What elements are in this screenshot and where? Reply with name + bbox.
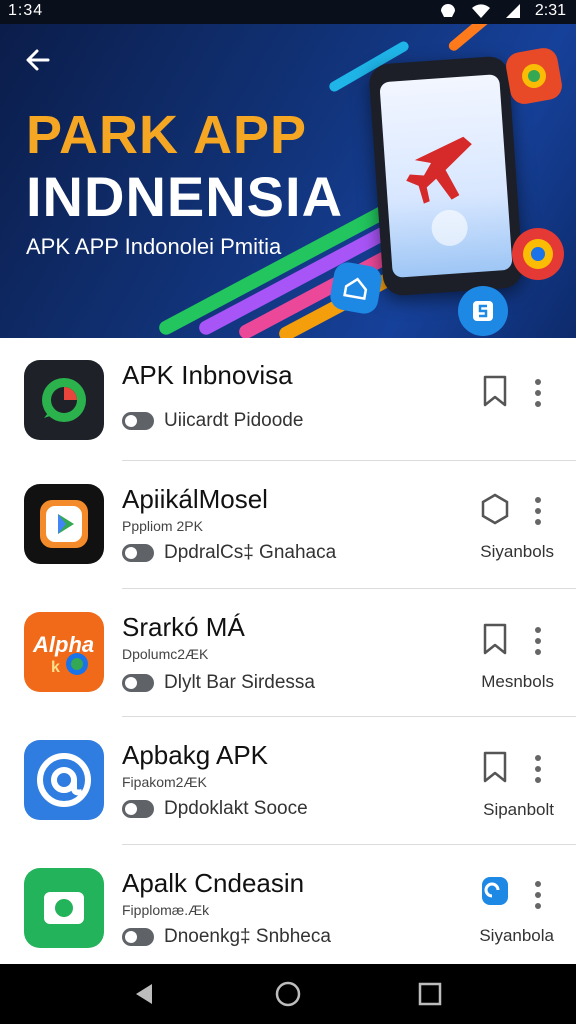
divider [122, 716, 576, 717]
app-label: Siyanbola [479, 926, 554, 945]
bookmark-icon[interactable] [480, 622, 510, 656]
phone-screen [379, 74, 513, 278]
svg-text:Alpha: Alpha [32, 632, 94, 657]
app-name: ApiikálMosel [122, 484, 268, 514]
app-label: Sipanbolt [483, 800, 554, 819]
blue-badge-icon[interactable] [480, 874, 510, 908]
app-meta: Pppliom 2PK [122, 518, 203, 534]
status-time: 1:34 [8, 2, 44, 19]
floating-app-icon [458, 286, 508, 336]
hero-title-line1: PARK APP [26, 105, 308, 165]
app-label: Mesnbols [481, 672, 554, 691]
more-vert-icon[interactable] [530, 626, 546, 656]
system-nav-bar [0, 964, 576, 1024]
hero-stripe [446, 24, 523, 53]
blue-at-icon [24, 740, 104, 820]
developer-line: Dlylt Bar Sirdessa [122, 672, 315, 694]
svg-text:k: k [51, 659, 60, 676]
list-item[interactable]: ApiikálMosel Pppliom 2PK DpdralCs‡ Gnaha… [0, 462, 576, 590]
app-name: Srarkó MÁ [122, 612, 245, 642]
developer-name: Dpdoklakt Sooce [164, 798, 308, 819]
floating-app-icon [503, 45, 565, 107]
developer-line: Uiicardt Pidoode [122, 410, 303, 432]
bookmark-icon[interactable] [480, 750, 510, 784]
app-name: Apalk Cndeasin [122, 868, 305, 898]
home-nav-icon[interactable] [274, 980, 302, 1008]
more-vert-icon[interactable] [530, 378, 546, 408]
phone-illustration [368, 55, 524, 297]
home-icon [343, 277, 368, 301]
back-arrow-icon[interactable] [22, 44, 54, 76]
developer-name: Uiicardt Pidoode [164, 410, 304, 431]
floating-app-icon [512, 228, 564, 280]
app-name: Apbakg APK [122, 740, 268, 770]
app-list: APK Inbnovisa Uiicardt Pidoode ApiikálMo… [0, 338, 576, 964]
developer-line: Dnoenkg‡ Snbheca [122, 926, 331, 948]
bookmark-icon[interactable] [480, 374, 510, 408]
app-name: APK Inbnovisa [122, 360, 293, 390]
signal-icon [505, 4, 520, 18]
list-item[interactable]: APK Inbnovisa Uiicardt Pidoode [0, 338, 576, 466]
s-icon [473, 301, 493, 321]
hexagon-icon[interactable] [480, 492, 510, 526]
developer-name: Dnoenkg‡ Snbheca [164, 926, 331, 947]
wifi-icon [471, 4, 490, 18]
toggle-icon[interactable] [122, 544, 154, 562]
floating-app-icon [328, 260, 384, 316]
chrome-like-icon [523, 239, 553, 269]
app-label: Siyanbols [480, 542, 554, 561]
developer-name: DpdralCs‡ Gnahaca [164, 542, 337, 563]
toggle-icon[interactable] [122, 800, 154, 818]
status-right-time: 2:31 [534, 2, 566, 19]
hero-title-line2: INDNENSIA [26, 165, 344, 228]
divider [122, 588, 576, 589]
app-meta: Fipplomæ.Æk [122, 902, 210, 918]
developer-line: DpdralCs‡ Gnahaca [122, 542, 336, 564]
play-store-icon [24, 484, 104, 564]
more-vert-icon[interactable] [530, 880, 546, 910]
list-item[interactable]: Apbakg APK Fipakom2ÆK Dpdoklakt Sooce Si… [0, 718, 576, 846]
green-chat-icon [24, 360, 104, 440]
developer-name: Dlylt Bar Sirdessa [164, 672, 315, 693]
app-meta: Fipakom2ÆK [122, 774, 207, 790]
more-vert-icon[interactable] [530, 754, 546, 784]
toggle-icon[interactable] [122, 412, 154, 430]
divider [122, 460, 576, 461]
status-bar: 1:34 2:31 [0, 0, 576, 24]
airplane-icon [406, 136, 472, 246]
hero-subtitle: APK APP Indonolei Pmitia [26, 234, 282, 259]
colorful-app-icon [522, 64, 546, 88]
list-item[interactable]: Alpha k Srarkó MÁ Dpolumc2ÆK Dlylt Bar Si… [0, 590, 576, 718]
recents-nav-icon[interactable] [416, 980, 444, 1008]
more-vert-icon[interactable] [530, 496, 546, 526]
list-item[interactable]: Apalk Cndeasin Fipplomæ.Æk Dnoenkg‡ Snbh… [0, 846, 576, 974]
status-icons: 2:31 [439, 2, 566, 20]
orange-logo-icon: Alpha k [24, 612, 104, 692]
camera-icon [24, 868, 104, 948]
app-meta: Dpolumc2ÆK [122, 646, 209, 662]
notification-icon [440, 4, 455, 17]
toggle-icon[interactable] [122, 674, 154, 692]
toggle-icon[interactable] [122, 928, 154, 946]
hero-banner: PARK APP INDNENSIA APK APP Indonolei Pmi… [0, 24, 576, 338]
back-nav-icon[interactable] [130, 980, 158, 1008]
divider [122, 844, 576, 845]
developer-line: Dpdoklakt Sooce [122, 798, 308, 820]
